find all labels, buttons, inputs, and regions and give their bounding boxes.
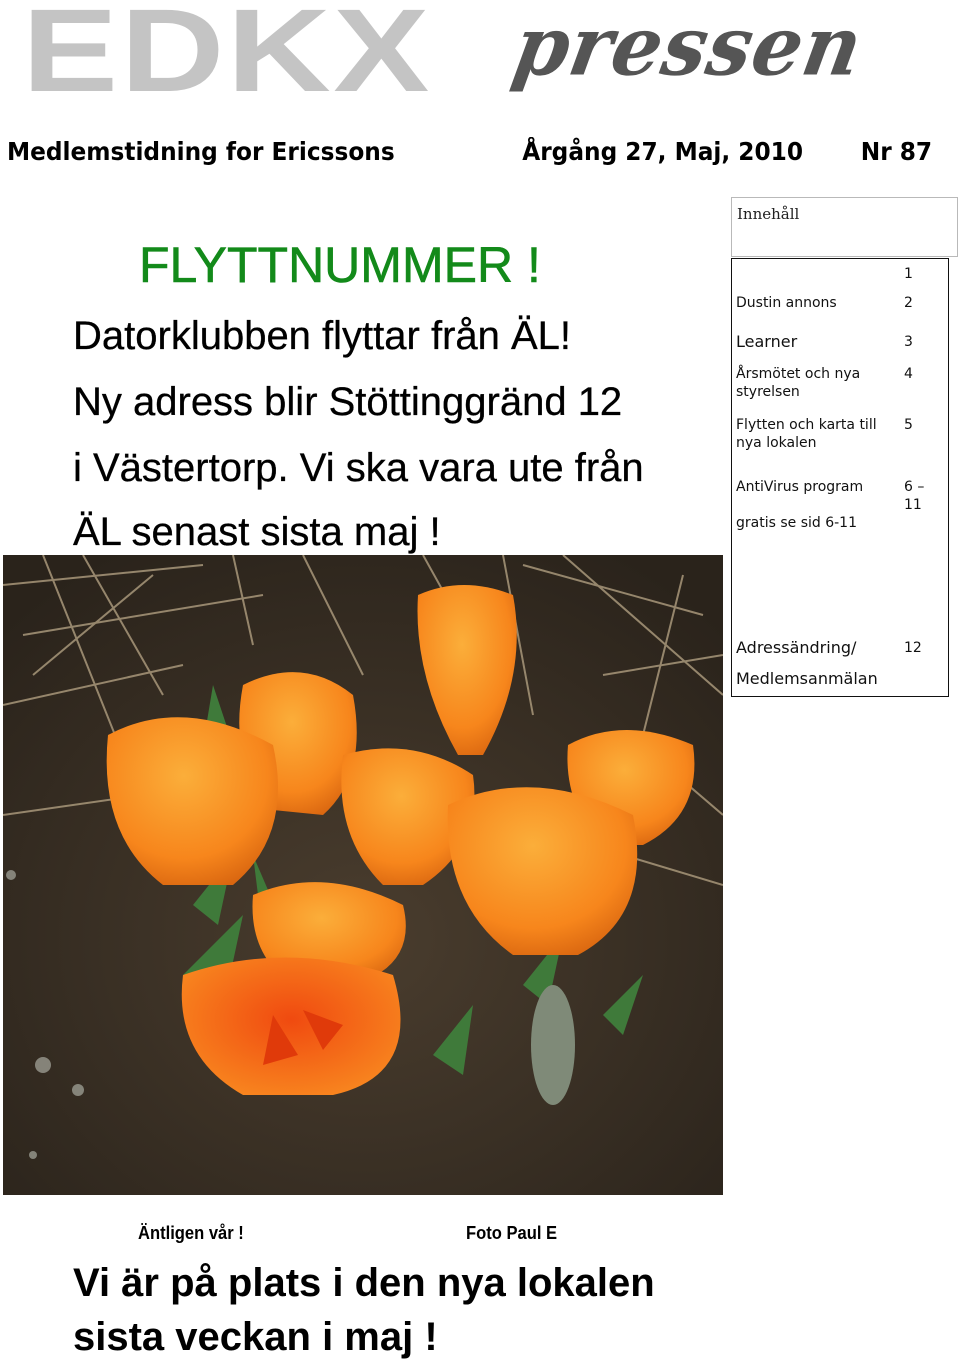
body-line: Datorklubben flyttar från ÄL! <box>73 314 572 358</box>
toc-entry-page: 4 <box>904 366 913 382</box>
toc-entry-page: 5 <box>904 417 913 433</box>
body-line: i Västertorp. Vi ska vara ute från <box>73 446 644 490</box>
crocus-photo <box>3 555 723 1195</box>
toc-entry-label: Dustin annons <box>736 295 837 311</box>
logo-pressen: pressen <box>506 0 870 95</box>
closing-line: Vi är på plats i den nya lokalen <box>73 1261 655 1305</box>
logo-edkx: EDKX <box>22 0 432 117</box>
toc-entry-label: Årsmötet och nya styrelsen <box>736 366 861 400</box>
toc-entry-label: Learner <box>736 332 798 351</box>
toc-entry-label: Medlemsanmälan <box>736 669 878 688</box>
issue-number: Nr 87 <box>860 137 933 166</box>
table-of-contents: 1 Dustin annons 2 Learner 3 Årsmötet och… <box>731 258 949 697</box>
closing-line: sista veckan i maj ! <box>73 1315 438 1359</box>
body-line: Ny adress blir Stöttinggränd 12 <box>73 380 623 424</box>
toc-title: Innehåll <box>737 205 800 223</box>
toc-entry-page: 6 – 11 <box>904 479 925 513</box>
masthead: EDKX pressen <box>0 0 960 120</box>
toc-entry-label: Adressändring/ <box>736 638 857 657</box>
toc-entry-label: gratis se sid 6-11 <box>736 515 857 531</box>
toc-entry-page: 12 <box>904 640 922 656</box>
photo-illustration <box>3 555 723 1195</box>
toc-entry-page: 1 <box>904 266 913 282</box>
toc-entry-label: AntiVirus program <box>736 479 864 495</box>
toc-header: Innehåll <box>731 197 958 257</box>
publication-name: Medlemstidning for Ericssons <box>7 137 395 166</box>
subheader: Medlemstidning for Ericssons Årgång 27, … <box>7 137 932 169</box>
photo-credit: Foto Paul E <box>466 1223 558 1243</box>
headline: FLYTTNUMMER ! <box>139 237 541 293</box>
toc-entry-label: Flytten och karta till nya lokalen <box>736 417 877 451</box>
photo-caption: Äntligen vår ! <box>138 1223 244 1243</box>
toc-entry-page: 2 <box>904 295 913 311</box>
stem <box>531 985 575 1105</box>
toc-entry-page: 3 <box>904 334 913 350</box>
volume-date: Årgång 27, Maj, 2010 <box>522 137 804 166</box>
body-line: ÄL senast sista maj ! <box>73 510 441 554</box>
